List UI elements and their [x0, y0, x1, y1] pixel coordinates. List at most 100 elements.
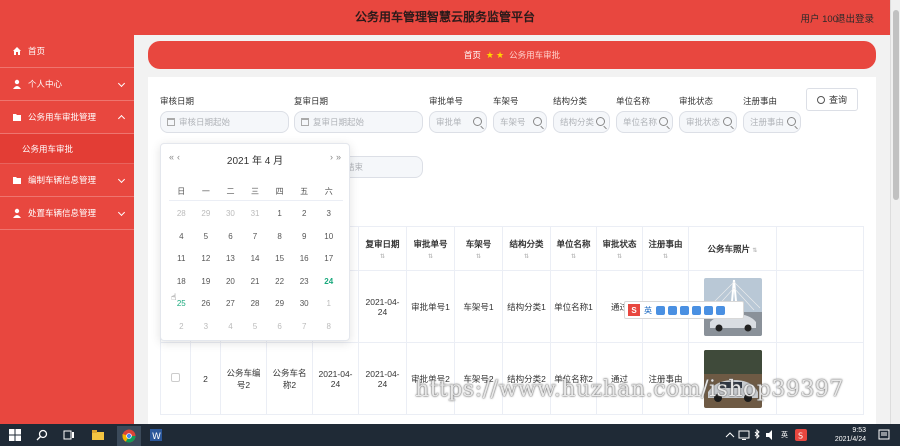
ime-lang[interactable]: 英 [644, 305, 652, 316]
calendar-day[interactable]: 1 [316, 299, 341, 308]
calendar-day[interactable]: 22 [267, 277, 292, 286]
sort-icon[interactable]: ⇅ [505, 253, 548, 260]
network-icon[interactable] [738, 429, 750, 441]
calendar-day[interactable]: 4 [218, 322, 243, 331]
sort-icon[interactable]: ⇅ [361, 253, 404, 260]
taskbar-clock[interactable]: 9:53 2021/4/24 [835, 426, 866, 444]
calendar-day[interactable]: 17 [316, 254, 341, 263]
calendar-day[interactable]: 8 [267, 232, 292, 241]
calendar-day[interactable]: 10 [316, 232, 341, 241]
sidebar-item-profile[interactable]: 个人中心 [0, 68, 134, 101]
calendar-day[interactable]: 18 [169, 277, 194, 286]
breadcrumb-home[interactable]: 首页 [464, 49, 481, 61]
calendar-day[interactable]: 23 [292, 277, 317, 286]
calendar-day[interactable]: 19 [194, 277, 219, 286]
task-view-icon[interactable] [63, 429, 75, 441]
calendar-day[interactable]: 29 [267, 299, 292, 308]
windows-start-icon[interactable] [9, 429, 21, 441]
col-unit[interactable]: 单位名称 ⇅ [550, 226, 597, 271]
calendar-day[interactable]: 13 [218, 254, 243, 263]
keyboard-icon[interactable] [680, 305, 689, 315]
calendar-day[interactable]: 9 [292, 232, 317, 241]
calendar-day[interactable]: 2 [292, 209, 317, 218]
row-checkbox[interactable] [171, 373, 180, 382]
calendar-day[interactable]: 27 [218, 299, 243, 308]
chrome-icon[interactable] [117, 426, 141, 446]
calendar-day[interactable]: 31 [243, 209, 268, 218]
logout-link[interactable]: 退出登录 [836, 11, 874, 25]
word-icon[interactable]: W [150, 429, 162, 442]
shirt-icon[interactable] [704, 305, 713, 315]
calendar-day[interactable]: 30 [218, 209, 243, 218]
sort-icon[interactable]: ⇅ [645, 253, 686, 260]
calendar-day[interactable]: 6 [218, 232, 243, 241]
audit-date-input[interactable]: 审核日期起始 [160, 111, 289, 133]
calendar-day[interactable]: 29 [194, 209, 219, 218]
speaker-icon[interactable] [765, 429, 777, 441]
status-input[interactable]: 审批状态 [679, 111, 737, 133]
approval-no-input[interactable]: 审批单 [429, 111, 487, 133]
calendar-day[interactable]: 5 [194, 232, 219, 241]
calendar-day[interactable]: 14 [243, 254, 268, 263]
sogou-icon[interactable]: S [628, 304, 640, 316]
calendar-day[interactable]: 3 [316, 209, 341, 218]
search-button[interactable]: 查询 [806, 88, 858, 111]
calendar-day[interactable]: 28 [169, 209, 194, 218]
sidebar-item-approval-manage[interactable]: 公务用车审批管理 [0, 101, 134, 134]
col-photo[interactable]: 公务车照片 ⇅ [688, 226, 777, 271]
taskbar-lang[interactable]: 英 [781, 430, 788, 440]
col-status[interactable]: 审批状态 ⇅ [596, 226, 643, 271]
calendar-day[interactable]: 5 [243, 322, 268, 331]
scrollbar-thumb[interactable] [893, 10, 899, 200]
calendar-day[interactable]: 21 [243, 277, 268, 286]
sort-icon[interactable]: ⇅ [409, 253, 452, 260]
calendar-day[interactable]: 6 [267, 322, 292, 331]
search-icon[interactable] [36, 429, 48, 441]
arrow-up-icon[interactable] [724, 429, 736, 441]
note-input[interactable]: 注册事由 [743, 111, 801, 133]
user-label[interactable]: 用户 100 [801, 11, 839, 25]
sidebar-item-home[interactable]: 首页 [0, 35, 134, 68]
calendar-day[interactable]: 4 [169, 232, 194, 241]
vertical-scrollbar[interactable] [890, 0, 900, 424]
calendar-day[interactable]: 12 [194, 254, 219, 263]
calendar-day[interactable]: 16 [292, 254, 317, 263]
col-frame[interactable]: 车架号 ⇅ [454, 226, 503, 271]
calendar-day[interactable]: 26 [194, 299, 219, 308]
calendar-day[interactable]: 8 [316, 322, 341, 331]
review-date-input[interactable]: 复审日期起始 [294, 111, 423, 133]
sogou-tray-icon[interactable]: S [795, 429, 807, 441]
sidebar-item-disposal-info[interactable]: 处置车辆信息管理 [0, 197, 134, 230]
calendar-day[interactable]: 28 [243, 299, 268, 308]
notification-icon[interactable] [878, 429, 890, 441]
col-approval[interactable]: 审批单号 ⇅ [406, 226, 455, 271]
calendar-day[interactable]: 24 [316, 277, 341, 286]
mic-icon[interactable] [668, 305, 677, 315]
sort-icon[interactable]: ⇅ [553, 253, 594, 260]
unit-input[interactable]: 单位名称 [616, 111, 673, 133]
calendar-day[interactable]: 7 [292, 322, 317, 331]
calendar-day[interactable]: 11 [169, 254, 194, 263]
calendar-day[interactable]: 1 [267, 209, 292, 218]
col-struct[interactable]: 结构分类 ⇅ [502, 226, 551, 271]
file-explorer-icon[interactable] [92, 429, 104, 441]
sort-icon[interactable]: ⇅ [752, 248, 757, 254]
bluetooth-icon[interactable] [751, 428, 763, 441]
calendar-day[interactable]: 30 [292, 299, 317, 308]
next-year-button[interactable]: » [336, 152, 341, 162]
ime-toolbar[interactable]: S 英 [624, 301, 744, 319]
person-icon[interactable] [692, 305, 701, 315]
grid-icon[interactable] [716, 305, 725, 315]
frame-no-input[interactable]: 车架号 [493, 111, 547, 133]
col-note[interactable]: 注册事由 ⇅ [642, 226, 689, 271]
calendar-day[interactable]: 3 [194, 322, 219, 331]
next-month-button[interactable]: › [330, 152, 333, 162]
calendar-day[interactable]: 7 [243, 232, 268, 241]
col-review[interactable]: 复审日期 ⇅ [358, 226, 407, 271]
sidebar-subitem-approval[interactable]: 公务用车审批 [0, 134, 134, 164]
calendar-day[interactable]: 2 [169, 322, 194, 331]
calendar-day[interactable]: 15 [267, 254, 292, 263]
sort-icon[interactable]: ⇅ [599, 253, 640, 260]
sidebar-item-vehicle-info[interactable]: 编制车辆信息管理 [0, 164, 134, 197]
struct-input[interactable]: 结构分类 [553, 111, 610, 133]
